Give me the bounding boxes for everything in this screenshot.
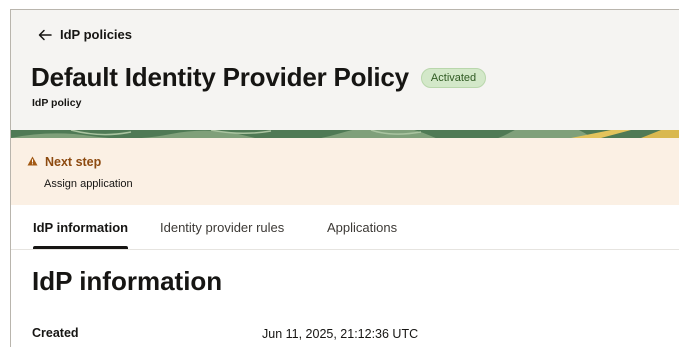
- tab-identity-provider-rules[interactable]: Identity provider rules: [160, 205, 284, 249]
- tab-label: Identity provider rules: [160, 219, 285, 235]
- tab-label: IdP information: [33, 219, 129, 235]
- page-subtitle: IdP policy: [32, 97, 82, 109]
- status-badge: Activated: [420, 67, 487, 88]
- back-link[interactable]: IdP policies: [38, 27, 132, 42]
- next-step-header: Next step: [27, 153, 101, 171]
- title-row: Default Identity Provider Policy Activat…: [31, 62, 487, 93]
- page-frame: IdP policies Default Identity Provider P…: [10, 9, 679, 347]
- page-title: Default Identity Provider Policy: [31, 62, 409, 92]
- tab-bar: IdP information Identity provider rules …: [11, 205, 679, 250]
- created-value: Jun 11, 2025, 21:12:36 UTC: [262, 327, 419, 341]
- page-header: IdP policies Default Identity Provider P…: [11, 10, 679, 130]
- back-link-label: IdP policies: [60, 27, 133, 42]
- arrow-left-icon: [38, 29, 52, 41]
- next-step-message: Assign application: [44, 178, 133, 190]
- tab-applications[interactable]: Applications: [327, 205, 397, 249]
- decorative-banner: [11, 130, 679, 138]
- section-title: IdP information: [32, 266, 223, 296]
- tab-label: Applications: [327, 219, 398, 235]
- tab-idp-information[interactable]: IdP information: [33, 205, 129, 249]
- main-content: IdP information Created Jun 11, 2025, 21…: [11, 250, 679, 347]
- warning-triangle-icon: [27, 153, 38, 171]
- next-step-title: Next step: [45, 155, 102, 169]
- next-step-banner: Next step Assign application: [11, 138, 679, 205]
- created-label: Created: [32, 326, 79, 340]
